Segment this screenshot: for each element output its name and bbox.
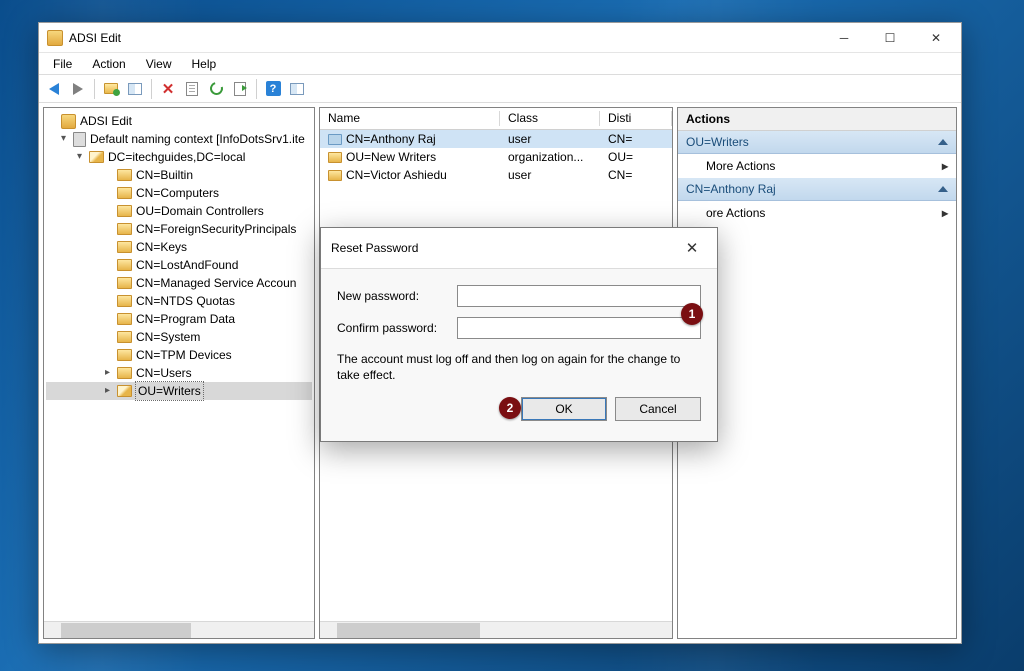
- confirm-password-input[interactable]: [457, 317, 701, 339]
- tree-item[interactable]: CN=Builtin: [46, 166, 312, 184]
- collapse-icon: [938, 186, 948, 192]
- folder-icon: [117, 331, 132, 343]
- tree-item[interactable]: CN=NTDS Quotas: [46, 292, 312, 310]
- tree-pane: ADSI Edit ▾ Default naming context [Info…: [43, 107, 315, 639]
- tree-hscroll[interactable]: [44, 621, 314, 638]
- delete-icon: ✕: [162, 80, 175, 98]
- chevron-right-icon: ▸: [942, 206, 948, 220]
- refresh-button[interactable]: [205, 78, 227, 100]
- up-button[interactable]: [100, 78, 122, 100]
- folder-icon: [117, 277, 132, 289]
- col-name[interactable]: Name: [320, 108, 500, 129]
- actions-section-object[interactable]: CN=Anthony Raj: [678, 178, 956, 201]
- actions-section-writers[interactable]: OU=Writers: [678, 131, 956, 154]
- folder-icon: [117, 313, 132, 325]
- properties-button[interactable]: [181, 78, 203, 100]
- menu-action[interactable]: Action: [82, 55, 135, 73]
- folder-icon: [117, 349, 132, 361]
- folder-icon: [117, 223, 132, 235]
- folder-icon: [117, 187, 132, 199]
- sheet-icon: [186, 82, 198, 96]
- app-icon: [47, 30, 63, 46]
- actions-panel-icon: [290, 83, 304, 95]
- tree-context[interactable]: ▾ Default naming context [InfoDotsSrv1.i…: [46, 130, 312, 148]
- callout-1: 1: [681, 303, 703, 325]
- folder-icon: [117, 259, 132, 271]
- actions-title: Actions: [678, 108, 956, 131]
- col-class[interactable]: Class: [500, 108, 600, 129]
- object-icon: [328, 152, 342, 163]
- new-password-label: New password:: [337, 289, 457, 303]
- dialog-title: Reset Password: [331, 241, 418, 255]
- arrow-right-icon: [73, 83, 83, 95]
- menubar: File Action View Help: [39, 53, 961, 75]
- folder-icon: [117, 295, 132, 307]
- actions-pane: Actions OU=Writers More Actions ▸ CN=Ant…: [677, 107, 957, 639]
- minimize-button[interactable]: ─: [821, 23, 867, 53]
- dialog-close-button[interactable]: ✕: [677, 236, 707, 260]
- folder-icon: [117, 205, 132, 217]
- object-icon: [328, 170, 342, 181]
- menu-help[interactable]: Help: [182, 55, 227, 73]
- actions-more-object[interactable]: ore Actions ▸: [678, 201, 956, 225]
- back-button[interactable]: [43, 78, 65, 100]
- actions-pane-button[interactable]: [286, 78, 308, 100]
- chevron-right-icon: ▸: [942, 159, 948, 173]
- arrow-left-icon: [49, 83, 59, 95]
- export-icon: [234, 82, 246, 96]
- new-password-input[interactable]: [457, 285, 701, 307]
- tree-item[interactable]: CN=Program Data: [46, 310, 312, 328]
- tree-item[interactable]: CN=Managed Service Accoun: [46, 274, 312, 292]
- folder-icon: [117, 385, 132, 397]
- menu-file[interactable]: File: [43, 55, 82, 73]
- collapse-icon: [938, 139, 948, 145]
- tree-item[interactable]: CN=Computers: [46, 184, 312, 202]
- context-icon: [73, 132, 86, 147]
- list-row[interactable]: CN=Victor AshieduuserCN=: [320, 166, 672, 184]
- tree-item[interactable]: CN=System: [46, 328, 312, 346]
- list-row[interactable]: OU=New Writersorganization...OU=: [320, 148, 672, 166]
- confirm-password-label: Confirm password:: [337, 321, 457, 335]
- folder-icon: [89, 151, 104, 163]
- dialog-note: The account must log off and then log on…: [337, 351, 701, 383]
- list-hscroll[interactable]: [320, 621, 672, 638]
- cancel-button[interactable]: Cancel: [615, 397, 701, 421]
- object-icon: [328, 134, 342, 145]
- help-button[interactable]: ?: [262, 78, 284, 100]
- toolbar: ✕ ?: [39, 75, 961, 103]
- menu-view[interactable]: View: [136, 55, 182, 73]
- tree-domain[interactable]: ▾ DC=itechguides,DC=local: [46, 148, 312, 166]
- close-button[interactable]: ✕: [913, 23, 959, 53]
- folder-icon: [117, 241, 132, 253]
- tree-item[interactable]: CN=TPM Devices: [46, 346, 312, 364]
- tree-item[interactable]: CN=ForeignSecurityPrincipals: [46, 220, 312, 238]
- window-title: ADSI Edit: [69, 31, 821, 45]
- tree-item[interactable]: CN=LostAndFound: [46, 256, 312, 274]
- maximize-button[interactable]: ☐: [867, 23, 913, 53]
- callout-2: 2: [499, 397, 521, 419]
- tree-item[interactable]: CN=Keys: [46, 238, 312, 256]
- delete-button[interactable]: ✕: [157, 78, 179, 100]
- tree-item[interactable]: OU=Domain Controllers: [46, 202, 312, 220]
- help-icon: ?: [266, 81, 281, 96]
- actions-more-writers[interactable]: More Actions ▸: [678, 154, 956, 178]
- list-row[interactable]: CN=Anthony RajuserCN=: [320, 130, 672, 148]
- tree-item[interactable]: ▸OU=Writers: [46, 382, 312, 400]
- export-button[interactable]: [229, 78, 251, 100]
- tree-root[interactable]: ADSI Edit: [46, 112, 312, 130]
- col-dn[interactable]: Disti: [600, 108, 672, 129]
- folder-up-icon: [104, 83, 118, 94]
- titlebar[interactable]: ADSI Edit ─ ☐ ✕: [39, 23, 961, 53]
- panel-icon: [128, 83, 142, 95]
- folder-icon: [117, 367, 132, 379]
- forward-button[interactable]: [67, 78, 89, 100]
- show-pane-button[interactable]: [124, 78, 146, 100]
- tree-item[interactable]: ▸CN=Users: [46, 364, 312, 382]
- ok-button[interactable]: OK: [521, 397, 607, 421]
- reset-password-dialog: Reset Password ✕ New password: Confirm p…: [320, 227, 718, 442]
- folder-icon: [117, 169, 132, 181]
- refresh-icon: [207, 80, 225, 98]
- list-header: Name Class Disti: [320, 108, 672, 130]
- adsi-root-icon: [61, 114, 76, 129]
